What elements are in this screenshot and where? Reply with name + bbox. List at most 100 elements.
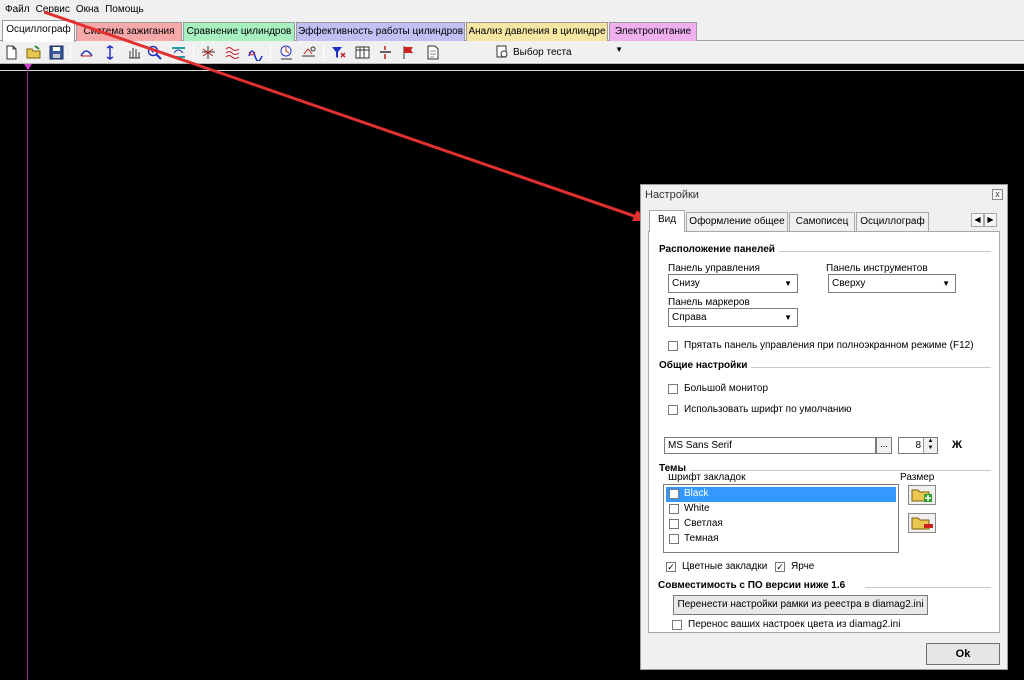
tab-ignition-system[interactable]: Система зажигания xyxy=(76,22,182,41)
font-size-label: Размер xyxy=(900,472,935,483)
brighter-checkbox[interactable]: ✓ xyxy=(775,562,785,572)
control-panel-value: Снизу xyxy=(672,278,700,289)
spin-down-icon[interactable]: ▼ xyxy=(924,445,937,452)
tab-oscilloscope-settings[interactable]: Осциллограф xyxy=(856,212,929,231)
remove-theme-button[interactable] xyxy=(908,513,936,533)
tab-power-supply[interactable]: Электропитание xyxy=(609,22,697,41)
close-icon[interactable]: x xyxy=(992,189,1003,200)
wave-stack-icon[interactable] xyxy=(224,44,241,61)
tools-panel-select[interactable]: Сверху ▼ xyxy=(828,274,956,293)
view-tab-panel: Расположение панелей Панель управления С… xyxy=(648,231,1000,633)
zoom-icon[interactable] xyxy=(146,44,163,61)
save-icon[interactable] xyxy=(48,44,65,61)
trace-line xyxy=(0,70,1024,71)
flag-marker-icon[interactable] xyxy=(400,44,417,61)
report-page-icon[interactable] xyxy=(424,44,441,61)
section-panels-title: Расположение панелей xyxy=(659,244,779,255)
open-folder-icon[interactable] xyxy=(25,44,42,61)
zero-level-icon[interactable] xyxy=(300,44,317,61)
theme-label: Темная xyxy=(684,533,719,544)
hide-fullscreen-checkbox[interactable] xyxy=(668,341,678,351)
spin-up-icon[interactable]: ▲ xyxy=(924,438,937,445)
theme-white-checkbox[interactable] xyxy=(669,504,679,514)
folder-remove-icon xyxy=(911,517,933,530)
tab-view[interactable]: Вид xyxy=(649,210,685,232)
tools-panel-value: Сверху xyxy=(832,278,866,289)
add-theme-button[interactable] xyxy=(908,485,936,505)
bold-toggle[interactable]: Ж xyxy=(952,439,962,451)
chevron-down-icon: ▼ xyxy=(615,45,623,54)
auto-scale-icon[interactable] xyxy=(170,44,187,61)
ok-button[interactable]: Ok xyxy=(926,643,1000,665)
size-spinner[interactable]: ▲ ▼ xyxy=(923,438,937,453)
transfer-colors-checkbox[interactable] xyxy=(672,620,682,630)
theme-black-checkbox[interactable]: ✓ xyxy=(669,489,679,499)
markers-panel-label: Панель маркеров xyxy=(668,297,750,308)
big-monitor-checkbox[interactable] xyxy=(668,384,678,394)
auto-trigger-icon[interactable] xyxy=(278,44,295,61)
menu-windows[interactable]: Окна xyxy=(73,0,102,20)
tab-cylinder-efficiency[interactable]: Эффективность работы цилиндров xyxy=(296,22,465,41)
list-item[interactable]: ✓ Black xyxy=(666,487,896,502)
module-tab-bar: Осциллограф Система зажигания Сравнение … xyxy=(0,20,1024,42)
menu-file[interactable]: Файл xyxy=(2,0,33,20)
list-item[interactable]: Светлая xyxy=(666,517,896,532)
section-compat-title: Совместимость с ПО версии ниже 1.6 xyxy=(658,580,850,591)
tab-cylinder-comparison[interactable]: Сравнение цилиндров xyxy=(183,22,295,41)
list-item[interactable]: Темная xyxy=(666,532,896,547)
brighter-label: Ярче xyxy=(791,561,815,572)
default-font-label: Использовать шрифт по умолчанию xyxy=(684,404,852,415)
theme-label: White xyxy=(684,503,710,514)
list-item[interactable]: White xyxy=(666,502,896,517)
default-font-checkbox[interactable] xyxy=(668,405,678,415)
chevron-down-icon: ▼ xyxy=(784,313,792,322)
test-select[interactable]: Выбор теста ▼ xyxy=(493,43,627,61)
cross-cursor-icon[interactable] xyxy=(200,44,217,61)
hide-fullscreen-label: Прятать панель управления при полноэкран… xyxy=(684,340,974,351)
new-file-icon[interactable] xyxy=(3,44,20,61)
divide-icon[interactable] xyxy=(377,44,394,61)
theme-dark-checkbox[interactable] xyxy=(669,534,679,544)
theme-label: Black xyxy=(684,488,709,499)
tab-general-design[interactable]: Оформление общее xyxy=(686,212,788,231)
markers-panel-select[interactable]: Справа ▼ xyxy=(668,308,798,327)
colored-tabs-label: Цветные закладки xyxy=(682,561,768,572)
font-size-stepper[interactable]: 8 ▲ ▼ xyxy=(898,437,938,454)
section-general-title: Общие настройки xyxy=(659,360,752,371)
hand-pan-icon[interactable] xyxy=(125,44,142,61)
tab-scroll-left-icon[interactable]: ◀ xyxy=(971,213,984,227)
vertical-cursor-icon[interactable] xyxy=(102,44,119,61)
dialog-title: Настройки xyxy=(645,189,699,201)
theme-light-checkbox[interactable] xyxy=(669,519,679,529)
filter-icon[interactable] xyxy=(330,44,347,61)
scale-vertical-icon[interactable] xyxy=(78,44,95,61)
time-cursor-line[interactable] xyxy=(27,68,28,680)
theme-label: Светлая xyxy=(684,518,723,529)
menu-bar: Файл Сервис Окна Помощь xyxy=(0,0,1024,20)
tab-font-input[interactable]: MS Sans Serif xyxy=(664,437,876,454)
test-select-icon xyxy=(495,44,509,59)
tools-panel-label: Панель инструментов xyxy=(826,263,928,274)
tab-recorder[interactable]: Самописец xyxy=(789,212,855,231)
big-monitor-label: Большой монитор xyxy=(684,383,769,394)
colored-tabs-checkbox[interactable]: ✓ xyxy=(666,562,676,572)
menu-service[interactable]: Сервис xyxy=(33,0,73,20)
font-browse-button[interactable]: ... xyxy=(876,437,892,454)
chevron-down-icon: ▼ xyxy=(942,279,950,288)
font-size-value: 8 xyxy=(915,440,921,451)
tab-cylinder-pressure[interactable]: Анализ давления в цилиндре xyxy=(466,22,608,41)
theme-list[interactable]: ✓ Black White Светлая Темная xyxy=(663,484,899,553)
dialog-title-bar[interactable]: Настройки x xyxy=(641,185,1007,205)
grid-table-icon[interactable] xyxy=(354,44,371,61)
menu-help[interactable]: Помощь xyxy=(102,0,147,20)
wave-overlay-icon[interactable] xyxy=(247,44,264,61)
tab-oscilloscope[interactable]: Осциллограф xyxy=(2,20,75,42)
migrate-settings-button[interactable]: Перенести настройки рамки из реестра в d… xyxy=(673,595,928,615)
section-themes-title: Темы xyxy=(659,463,690,474)
cursor-marker-icon[interactable] xyxy=(24,64,32,70)
tab-scroll-right-icon[interactable]: ▶ xyxy=(984,213,997,227)
test-select-label: Выбор теста xyxy=(513,46,572,58)
folder-add-icon xyxy=(911,489,932,502)
control-panel-select[interactable]: Снизу ▼ xyxy=(668,274,798,293)
settings-dialog: Настройки x Вид Оформление общее Самопис… xyxy=(640,184,1008,670)
